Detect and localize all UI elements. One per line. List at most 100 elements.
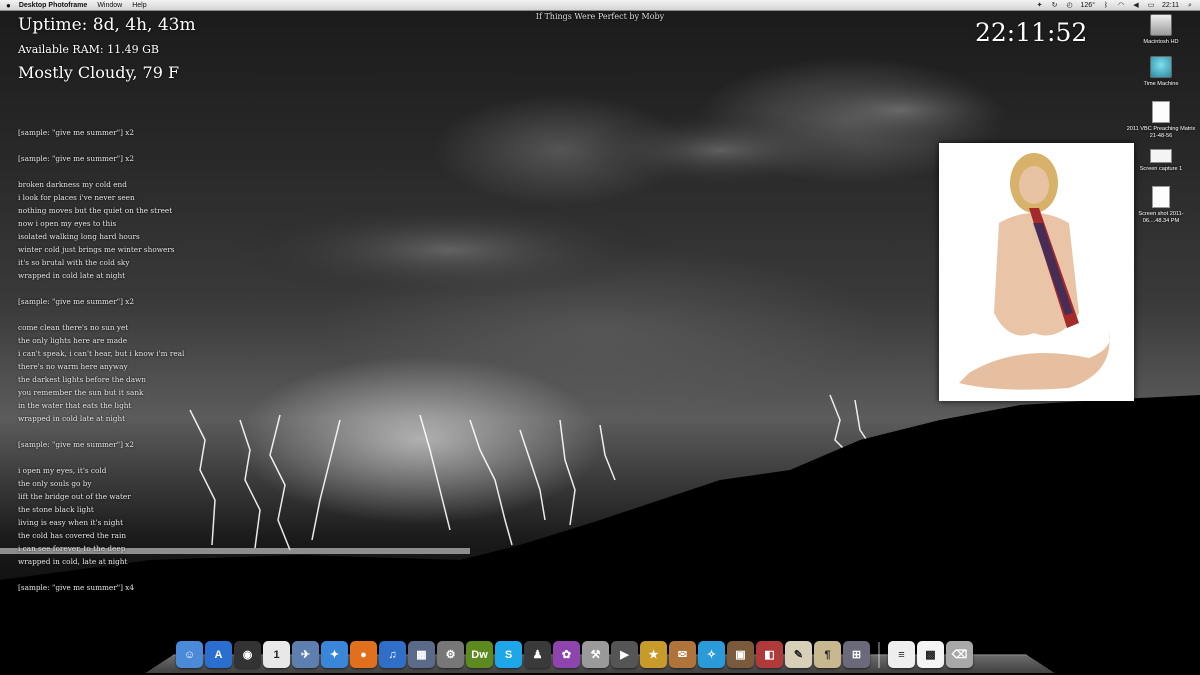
ical-icon[interactable]: 1 <box>263 641 290 668</box>
desktop-icon-macintosh-hd[interactable]: Macintosh HD <box>1126 14 1196 46</box>
sync-menu-icon[interactable]: ↻ <box>1051 2 1059 9</box>
system-preferences-icon[interactable]: ⚙ <box>437 641 464 668</box>
itunes-icon[interactable]: ♫ <box>379 641 406 668</box>
battery-menu-icon[interactable]: ▭ <box>1147 2 1155 9</box>
trash-icon[interactable]: ⌫ <box>946 641 973 668</box>
skype-icon[interactable]: S <box>495 641 522 668</box>
sparrow-icon[interactable]: ✉ <box>669 641 696 668</box>
finder-icon[interactable]: ☺ <box>176 641 203 668</box>
dock: ☺ A ◉ 1 ✈ ✦ ● ♫ ▦ ⚙ Dw S ♟ ✿ ⚒ ▶ ★ ✉ ✧ ▣ ◧ ✎ ¶ ⊞ ≡ ▩ ⌫ <box>176 636 973 668</box>
lyrics-line: [sample: "give me summer"] x2 <box>18 297 135 306</box>
twitter-icon[interactable]: ✧ <box>698 641 725 668</box>
weather-widget: Mostly Cloudy, 79 F <box>18 63 180 82</box>
hard-drive-icon <box>1150 14 1172 36</box>
desktop-icon-label: Screen capture 1 <box>1139 166 1183 172</box>
automator-icon[interactable]: ⚒ <box>582 641 609 668</box>
dock-separator <box>878 642 880 668</box>
mission-control-icon[interactable]: ▦ <box>408 641 435 668</box>
desktop-icon-screen-shot[interactable]: Screen shot 2011-06....48.34 PM <box>1126 186 1196 225</box>
photo-image <box>939 143 1134 401</box>
clock-widget: 22:11:52 <box>975 18 1088 47</box>
iphoto-icon[interactable]: ▣ <box>727 641 754 668</box>
script-editor-icon[interactable]: ¶ <box>814 641 841 668</box>
lyrics-line: wrapped in cold late at night <box>18 271 126 280</box>
desktop-icon-time-machine[interactable]: Time Machine <box>1126 56 1196 88</box>
lyrics-line: the stone black light <box>18 505 94 514</box>
dreamweaver-icon[interactable]: Dw <box>466 641 493 668</box>
time-machine-menu-icon[interactable]: ◴ <box>1066 2 1074 9</box>
facetime-icon[interactable]: ▶ <box>611 641 638 668</box>
screenshot-file-icon <box>1152 186 1170 208</box>
lyrics-line: lift the bridge out of the water <box>18 492 131 501</box>
growl-icon[interactable]: ✿ <box>553 641 580 668</box>
lyrics-widget: [sample: "give me summer"] x2 [sample: "g… <box>18 126 238 594</box>
lyrics-line: winter cold just brings me winter shower… <box>18 245 175 254</box>
lyrics-line: [sample: "give me summer"] x2 <box>18 154 135 163</box>
menu-help[interactable]: Help <box>132 2 146 9</box>
document-icon[interactable]: ≡ <box>888 641 915 668</box>
temperature-reading[interactable]: 126° <box>1081 2 1095 9</box>
lyrics-line: [sample: "give me summer"] x4 <box>18 583 135 592</box>
spotlight-icon[interactable]: ⌕ <box>1186 2 1194 9</box>
lyrics-line <box>18 568 238 581</box>
storm-cloud <box>230 200 670 300</box>
lyrics-line: i open my eyes, it's cold <box>18 466 107 475</box>
lyrics-line: broken darkness my cold end <box>18 180 127 189</box>
document-icon <box>1152 101 1170 123</box>
lyrics-line: the cold has covered the rain <box>18 531 127 540</box>
lyrics-line: living is easy when it's night <box>18 518 124 527</box>
apple-menu-icon[interactable]: ● <box>6 1 11 10</box>
lyrics-line: come clean there's no sun yet <box>18 323 129 332</box>
lyrics-line: [sample: "give me summer"] x2 <box>18 440 135 449</box>
volume-menu-icon[interactable]: ◀ <box>1132 2 1140 9</box>
lyrics-line: wrapped in cold late at night <box>18 414 126 423</box>
desktop-icon-preaching-matrix[interactable]: 2011 VBC Preaching Matrix 21-48-56 <box>1126 101 1196 140</box>
lyrics-line: i can't speak, i can't hear, but i know … <box>18 349 185 358</box>
desktop-icon-label: 2011 VBC Preaching Matrix 21-48-56 <box>1126 126 1196 139</box>
lyrics-line <box>18 165 238 178</box>
safari-icon[interactable]: ✦ <box>321 641 348 668</box>
firefox-icon[interactable]: ● <box>350 641 377 668</box>
lyrics-line <box>18 282 238 295</box>
image-capture-icon[interactable]: ⊞ <box>843 641 870 668</box>
storm-cloud <box>780 75 1020 145</box>
menu-app-name[interactable]: Desktop Photoframe <box>19 2 87 9</box>
preview-icon[interactable]: ✈ <box>292 641 319 668</box>
lyrics-line: i can see forever, to the deep <box>18 544 126 553</box>
app-store-icon[interactable]: A <box>205 641 232 668</box>
twitter-menu-icon[interactable]: ✦ <box>1036 2 1044 9</box>
text-edit-icon[interactable]: ✎ <box>785 641 812 668</box>
menu-bar: ● Desktop Photoframe Window Help ✦ ↻ ◴ 1… <box>0 0 1200 11</box>
lyrics-line <box>18 139 238 152</box>
lyrics-line: wrapped in cold, late at night <box>18 557 128 566</box>
lyrics-line: the only lights here are made <box>18 336 128 345</box>
lyrics-line: isolated walking long hard hours <box>18 232 140 241</box>
menu-clock[interactable]: 22:11 <box>1162 2 1179 9</box>
desktop-icon-label: Screen shot 2011-06....48.34 PM <box>1138 211 1184 224</box>
wifi-menu-icon[interactable]: ◠ <box>1117 2 1125 9</box>
lyrics-line: in the water that eats the light <box>18 401 132 410</box>
dashboard-icon[interactable]: ◉ <box>234 641 261 668</box>
alfred-icon[interactable]: ♟ <box>524 641 551 668</box>
menu-window[interactable]: Window <box>97 2 122 9</box>
desktop-icon-screen-capture[interactable]: Screen capture 1 <box>1126 143 1196 173</box>
imovie-icon[interactable]: ★ <box>640 641 667 668</box>
lyrics-line: now i open my eyes to this <box>18 219 117 228</box>
lyrics-line: it's so brutal with the cold sky <box>18 258 130 267</box>
lyrics-line: i look for places i've never seen <box>18 193 135 202</box>
time-machine-icon <box>1150 56 1172 78</box>
desktop-photoframe[interactable] <box>939 143 1134 401</box>
screen-capture-icon <box>1150 149 1172 163</box>
lyrics-line: [sample: "give me summer"] x2 <box>18 128 135 137</box>
qr-code-icon[interactable]: ▩ <box>917 641 944 668</box>
lyrics-line: there's no warm here anyway <box>18 362 128 371</box>
ram-widget: Available RAM: 11.49 GB <box>18 43 159 56</box>
lyrics-line <box>18 451 238 464</box>
lyrics-line <box>18 425 238 438</box>
lyrics-line: the only souls go by <box>18 479 92 488</box>
lyrics-line <box>18 308 238 321</box>
photo-booth-icon[interactable]: ◧ <box>756 641 783 668</box>
desktop-icon-label: Time Machine <box>1143 81 1179 87</box>
lyrics-line: the darkest lights before the dawn <box>18 375 146 384</box>
bluetooth-menu-icon[interactable]: ᛒ <box>1102 2 1110 9</box>
